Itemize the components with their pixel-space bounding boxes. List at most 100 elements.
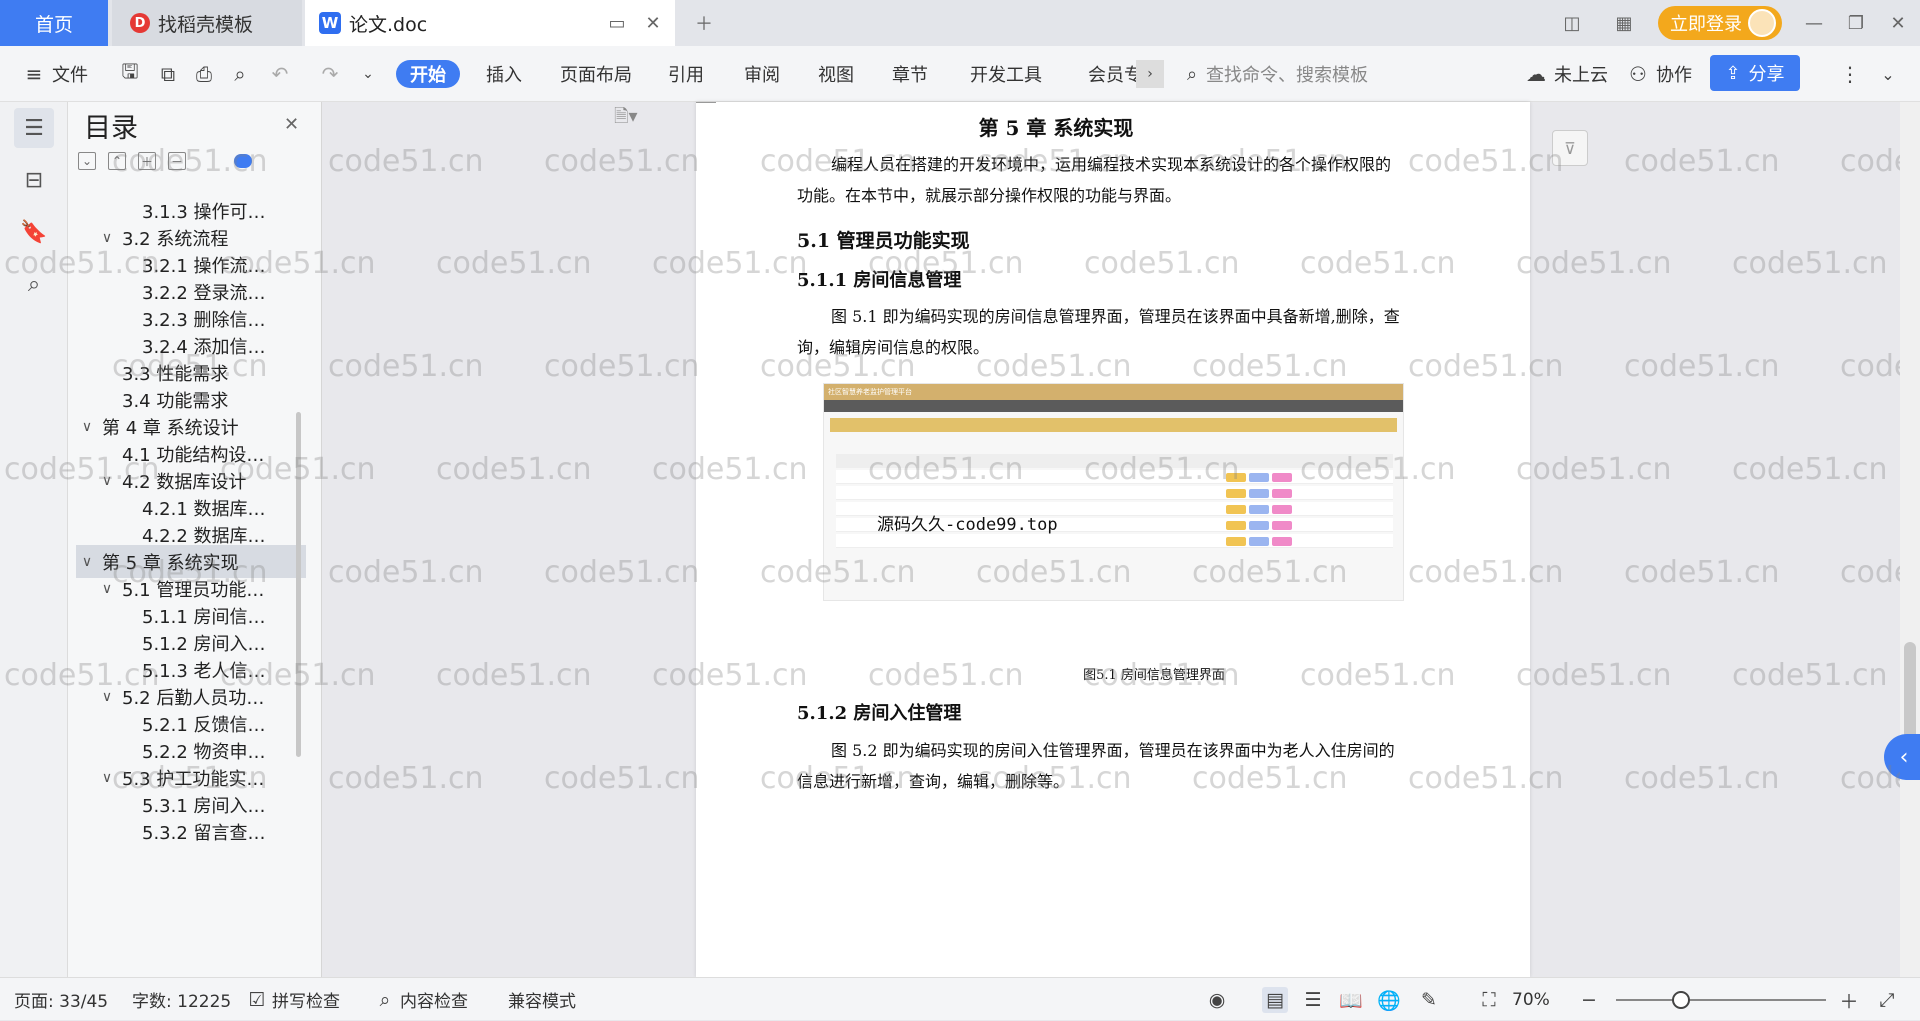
toc-panel-icon[interactable]: ☰ [14, 108, 54, 148]
toc-item-label: 3.1.3 操作可… [142, 201, 266, 223]
chevron-down-icon[interactable]: ∨ [98, 689, 116, 705]
toc-item-label: 第 5 章 系统实现 [102, 552, 239, 574]
toc-item-label: 4.2 数据库设计 [122, 471, 247, 493]
menu-insert[interactable]: 插入 [486, 60, 522, 88]
toc-scrollbar[interactable] [296, 412, 301, 757]
close-window-icon[interactable]: ✕ [1886, 12, 1910, 34]
page-view-icon[interactable]: ▤ [1262, 987, 1288, 1013]
zoom-slider[interactable] [1616, 999, 1826, 1001]
word-count[interactable]: 字数: 12225 [132, 978, 231, 1021]
doc-toggle-icon[interactable]: 🗎▾ [614, 104, 654, 127]
collapse-all-icon[interactable]: ⌄ [78, 152, 96, 170]
minimize-icon[interactable]: — [1802, 12, 1826, 34]
new-tab-icon[interactable]: ＋ [692, 12, 716, 35]
login-label: 立即登录 [1670, 14, 1742, 35]
cloud-status[interactable]: 未上云 [1554, 60, 1608, 88]
close-tab-icon[interactable]: ✕ [641, 12, 665, 34]
remove-heading-icon[interactable]: － [168, 152, 186, 170]
tab-bar: 首页 D 找稻壳模板 W 论文.doc ▭ ✕ ＋ ◫ ▦ 立即登录 — ❐ ✕ [0, 0, 1920, 46]
toc-item-label: 5.1 管理员功能… [122, 579, 265, 601]
find-icon[interactable]: ⌕ [14, 264, 54, 304]
chevron-down-icon[interactable]: ∨ [98, 581, 116, 597]
toc-item-label: 4.2.1 数据库… [142, 498, 266, 520]
menu-member[interactable]: 会员专 [1088, 60, 1142, 88]
more-icon[interactable]: ⋮ [1836, 60, 1864, 88]
export-icon[interactable]: ⧉ [154, 60, 182, 88]
figure-overlay-text: 源码久久-code99.top [877, 515, 1058, 535]
outline-view-icon[interactable]: ☰ [1300, 987, 1326, 1013]
page-counter[interactable]: 页面: 33/45 [14, 978, 108, 1021]
share-button[interactable]: ⇪ 分享 [1710, 55, 1800, 91]
tab-home[interactable]: 首页 [0, 0, 108, 46]
zoom-slider-knob[interactable] [1672, 991, 1690, 1009]
redo-icon[interactable]: ↷ [316, 60, 344, 88]
zoom-in-icon[interactable]: ＋ [1836, 987, 1862, 1013]
menu-page-layout[interactable]: 页面布局 [560, 60, 632, 88]
login-button[interactable]: 立即登录 [1658, 6, 1782, 40]
filter-icon[interactable]: ⊽ [1552, 130, 1588, 166]
file-menu[interactable]: 文件 [52, 60, 88, 88]
restore-icon[interactable]: ❐ [1844, 12, 1868, 34]
share-label: 分享 [1748, 64, 1785, 85]
read-mode-icon[interactable]: 📖 [1338, 987, 1364, 1013]
figure-table-row [836, 534, 1393, 548]
toc-item-label: 5.3.2 留言查… [142, 822, 266, 844]
layout-icon[interactable]: ◫ [1560, 12, 1584, 34]
cloud-icon: ☁ [1526, 62, 1546, 86]
toc-item-label: 4.1 功能结构设… [122, 444, 265, 466]
bookmark-icon[interactable]: 🔖 [14, 212, 54, 252]
chevron-down-icon[interactable]: ∨ [78, 419, 96, 435]
chevron-down-icon[interactable]: ∨ [98, 230, 116, 246]
hamburger-icon[interactable]: ≡ [20, 60, 48, 88]
undo-icon[interactable]: ↶ [266, 60, 294, 88]
toc-item-label: 3.2.1 操作流… [142, 255, 266, 277]
figure-app-title-bar [830, 418, 1397, 432]
collaborate-button[interactable]: 协作 [1656, 60, 1692, 88]
close-toc-icon[interactable]: ✕ [284, 114, 299, 135]
expand-up-icon[interactable]: ⌃ [108, 152, 126, 170]
more-dropdown-icon[interactable]: ⌄ [354, 60, 382, 88]
eye-protect-icon[interactable]: ◉ [1204, 987, 1230, 1013]
status-bar: 页面: 33/45 字数: 12225 ☑ 拼写检查 ⌕ 内容检查 兼容模式 ◉… [0, 977, 1920, 1020]
add-heading-icon[interactable]: ＋ [138, 152, 156, 170]
fit-page-icon[interactable]: ⛶ [1476, 987, 1502, 1013]
print-preview-icon[interactable]: ⌕ [226, 60, 254, 88]
save-icon[interactable]: 🖫 [116, 59, 144, 88]
toc-item[interactable]: 5.3.2 留言查… [76, 815, 306, 848]
figure-action-chip [1226, 505, 1246, 514]
collapse-ribbon-icon[interactable]: ⌄ [1874, 60, 1902, 88]
menu-review[interactable]: 审阅 [744, 60, 780, 88]
figure-action-chip [1249, 521, 1269, 530]
chevron-down-icon[interactable]: ∨ [98, 473, 116, 489]
menu-start[interactable]: 开始 [396, 60, 460, 88]
web-view-icon[interactable]: 🌐 [1376, 987, 1402, 1013]
vertical-scrollbar[interactable] [1900, 102, 1920, 977]
print-icon[interactable]: ⎙ [190, 60, 218, 88]
outline-icon[interactable]: ⊟ [14, 160, 54, 200]
figure-action-chip [1249, 489, 1269, 498]
zoom-level[interactable]: 70% [1512, 978, 1550, 1021]
content-check-button[interactable]: 内容检查 [400, 978, 468, 1021]
ribbon-scroll-right-icon[interactable]: › [1136, 60, 1164, 88]
compat-mode: 兼容模式 [508, 992, 576, 1012]
command-search-input[interactable]: 查找命令、搜索模板 [1206, 60, 1368, 88]
menu-developer[interactable]: 开发工具 [970, 60, 1042, 88]
figure-table-row [836, 486, 1393, 500]
ai-toggle-icon[interactable] [234, 154, 252, 168]
tab-templates[interactable]: D 找稻壳模板 [112, 0, 302, 46]
write-mode-icon[interactable]: ✎ [1416, 987, 1442, 1013]
menu-view[interactable]: 视图 [818, 60, 854, 88]
spellcheck-button[interactable]: 拼写检查 [272, 978, 340, 1021]
chevron-down-icon[interactable]: ∨ [78, 554, 96, 570]
apps-grid-icon[interactable]: ▦ [1612, 12, 1636, 34]
ribbon-toolbar: ≡ 文件 🖫 ⧉ ⎙ ⌕ ↶ ↷ ⌄ 开始 插入 页面布局 引用 审阅 视图 章… [0, 46, 1920, 102]
menu-references[interactable]: 引用 [668, 60, 704, 88]
zoom-out-icon[interactable]: − [1576, 987, 1602, 1013]
monitor-icon[interactable]: ▭ [605, 12, 629, 34]
chevron-down-icon[interactable]: ∨ [98, 770, 116, 786]
fullscreen-icon[interactable]: ⤢ [1874, 987, 1900, 1013]
section-heading-5-1-2: 5.1.2 房间入住管理 [797, 703, 962, 724]
menu-chapter[interactable]: 章节 [892, 60, 928, 88]
document-page[interactable]: 第 5 章 系统实现 编程人员在搭建的开发环境中，运用编程技术实现本系统设计的各… [696, 102, 1530, 977]
tab-document[interactable]: W 论文.doc ▭ ✕ [305, 0, 675, 46]
